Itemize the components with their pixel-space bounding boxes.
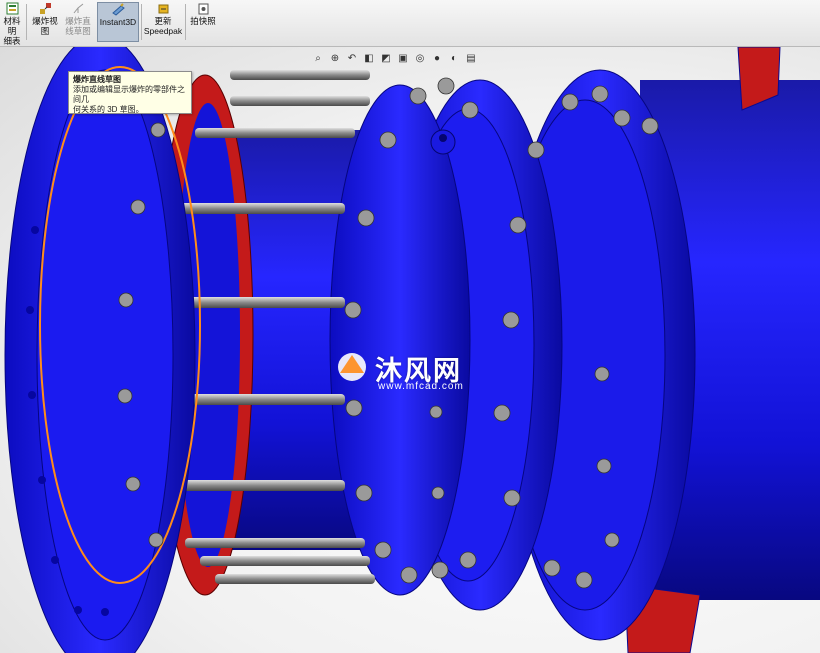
toolbar-divider bbox=[26, 4, 27, 40]
hex-nut bbox=[118, 292, 134, 308]
hex-nut bbox=[596, 458, 612, 474]
camera-icon bbox=[198, 3, 208, 15]
speedpak-icon bbox=[158, 4, 168, 14]
instant3d-label: Instant3D bbox=[99, 17, 137, 27]
hex-nut bbox=[148, 532, 164, 548]
hex-nut bbox=[493, 404, 511, 422]
left-flange-rim bbox=[36, 69, 174, 641]
take-snapshot-button[interactable]: 拍快照 bbox=[188, 2, 218, 42]
previous-view-icon[interactable]: ↶ bbox=[346, 53, 358, 65]
hex-nut bbox=[431, 486, 445, 500]
bom-button[interactable]: 材料明 细表 bbox=[0, 2, 24, 46]
hex-nut bbox=[613, 109, 631, 127]
center-flange bbox=[329, 84, 471, 596]
hex-nut bbox=[594, 366, 610, 382]
exploded-view-button[interactable]: 爆炸视 图 bbox=[29, 2, 61, 42]
bolt-hole bbox=[38, 476, 46, 484]
tie-rod bbox=[185, 538, 365, 548]
zoom-to-fit-icon[interactable]: ⌕ bbox=[312, 53, 324, 65]
hex-nut bbox=[575, 571, 593, 589]
hex-nut bbox=[437, 77, 455, 95]
lifting-lug-hole bbox=[439, 134, 447, 142]
exploded-label-2: 图 bbox=[40, 26, 50, 36]
tie-rod bbox=[230, 96, 370, 106]
hex-nut bbox=[355, 484, 373, 502]
tie-rod bbox=[230, 70, 370, 80]
bom-label-1: 材料明 bbox=[3, 16, 21, 36]
watermark-url: www.mfcad.com bbox=[378, 381, 464, 392]
display-style-icon[interactable]: ▣ bbox=[397, 53, 409, 65]
exploded-label-1: 爆炸视 bbox=[32, 16, 58, 26]
heads-up-view-toolbar: ⌕ ⊕ ↶ ◧ ◩ ▣ ◎ ● ◐ ▤ bbox=[312, 50, 477, 68]
watermark-logo-icon bbox=[338, 353, 366, 381]
tooltip-line-1: 添加或编辑显示爆炸的零部件之间几 bbox=[73, 85, 185, 104]
hex-nut bbox=[429, 405, 443, 419]
hex-nut bbox=[400, 566, 418, 584]
bolt-hole bbox=[28, 391, 36, 399]
bom-icon bbox=[6, 2, 18, 15]
hex-nut bbox=[345, 399, 363, 417]
hex-nut bbox=[503, 489, 521, 507]
tie-rod bbox=[170, 480, 345, 491]
tie-rod bbox=[195, 128, 355, 138]
hex-nut bbox=[379, 131, 397, 149]
zoom-area-icon[interactable]: ⊕ bbox=[329, 53, 341, 65]
section-view-icon[interactable]: ◧ bbox=[363, 53, 375, 65]
hex-nut bbox=[604, 532, 620, 548]
update-speedpak-button[interactable]: 更新 Speedpak bbox=[143, 2, 183, 42]
explode-line-sketch-icon bbox=[73, 3, 83, 14]
view-orientation-icon[interactable]: ◩ bbox=[380, 53, 392, 65]
hex-nut bbox=[130, 199, 146, 215]
hex-nut bbox=[344, 301, 362, 319]
instant3d-icon bbox=[111, 3, 125, 16]
graphics-area[interactable]: 沐风网 www.mfcad.com bbox=[0, 47, 820, 653]
view-settings-icon[interactable]: ▤ bbox=[465, 53, 477, 65]
tie-rod bbox=[200, 556, 370, 566]
toolbar-divider bbox=[185, 4, 186, 40]
edit-appearance-icon[interactable]: ● bbox=[431, 53, 443, 65]
tooltip-line-2: 何关系的 3D 草图。 bbox=[73, 105, 144, 114]
speedpak-label-1: 更新 bbox=[154, 16, 172, 26]
explode-icon bbox=[39, 3, 51, 14]
explode-line-sketch-button[interactable]: 爆炸直 线草图 bbox=[62, 2, 94, 42]
hex-nut bbox=[357, 209, 375, 227]
hex-nut bbox=[117, 388, 133, 404]
hex-nut bbox=[431, 561, 449, 579]
explode-line-label-2: 线草图 bbox=[65, 26, 91, 36]
hex-nut bbox=[461, 101, 479, 119]
bolt-hole bbox=[31, 226, 39, 234]
bolt-hole bbox=[101, 608, 109, 616]
tooltip-title: 爆炸直线草图 bbox=[73, 75, 121, 84]
tie-rod bbox=[215, 574, 375, 584]
speedpak-label-2: Speedpak bbox=[143, 26, 183, 36]
tie-rod bbox=[175, 203, 345, 214]
hex-nut bbox=[459, 551, 477, 569]
hex-nut bbox=[150, 122, 166, 138]
hex-nut bbox=[409, 87, 427, 105]
hex-nut bbox=[374, 541, 392, 559]
hex-nut bbox=[125, 476, 141, 492]
tooltip: 爆炸直线草图 添加或编辑显示爆炸的零部件之间几 何关系的 3D 草图。 bbox=[68, 71, 192, 114]
bolt-hole bbox=[26, 306, 34, 314]
hex-nut bbox=[641, 117, 659, 135]
instant3d-button[interactable]: Instant3D bbox=[97, 2, 139, 42]
bolt-hole bbox=[74, 606, 82, 614]
snapshot-label: 拍快照 bbox=[190, 16, 216, 26]
hex-nut bbox=[527, 141, 545, 159]
hex-nut bbox=[543, 559, 561, 577]
explode-line-label-1: 爆炸直 bbox=[65, 16, 91, 26]
bom-label-2: 细表 bbox=[3, 36, 21, 46]
hex-nut bbox=[591, 85, 609, 103]
hex-nut bbox=[561, 93, 579, 111]
apply-scene-icon[interactable]: ◐ bbox=[448, 53, 460, 65]
hide-show-icon[interactable]: ◎ bbox=[414, 53, 426, 65]
bolt-hole bbox=[51, 556, 59, 564]
hex-nut bbox=[509, 216, 527, 234]
hex-nut bbox=[502, 311, 520, 329]
toolbar-divider bbox=[141, 4, 142, 40]
command-manager-toolbar: 材料明 细表 爆炸视 图 爆炸直 线草图 Instant3D 更新 Speedp… bbox=[0, 0, 820, 47]
